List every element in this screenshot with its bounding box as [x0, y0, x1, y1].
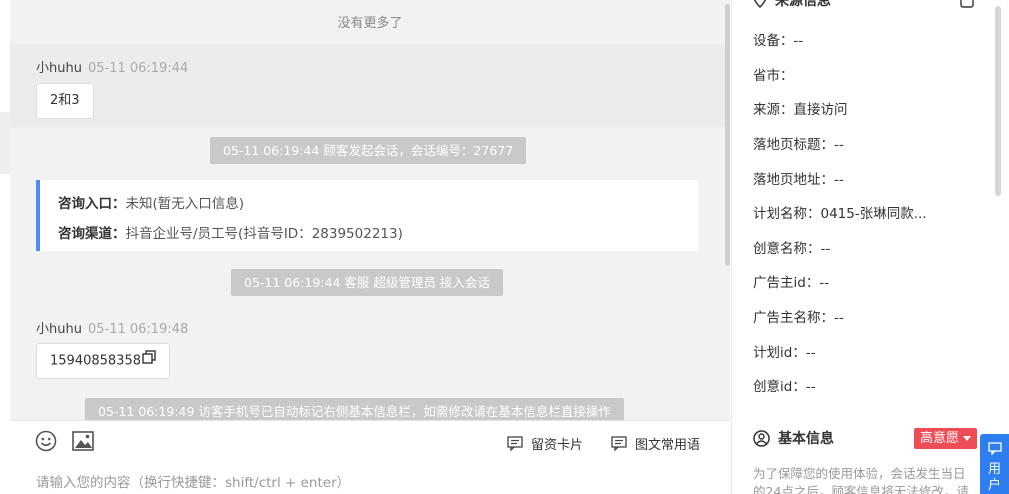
customer-info-panel: 来源信息 设备：-- 省市： 来源：直接访问 落地页标题：-- 落地页地址：--… [731, 0, 1009, 494]
intent-level-label: 高意愿 [920, 431, 960, 446]
field-advertiser-id: 广告主id：-- [753, 271, 829, 291]
field-value: 0415-张琳同款... [820, 206, 927, 222]
lead-card-label: 留资卡片 [531, 438, 584, 453]
common-phrases-button[interactable]: 图文常用语 [611, 434, 700, 453]
user-circle-icon [753, 429, 770, 447]
edit-icon[interactable] [960, 0, 974, 13]
field-value: -- [819, 275, 830, 291]
field-plan-id: 计划id：-- [753, 341, 816, 361]
consult-channel-label: 咨询渠道： [58, 226, 126, 242]
user-float-label: 用户 [987, 462, 1001, 493]
chat-bubble-icon [987, 442, 1002, 456]
caret-down-icon [963, 435, 972, 441]
consult-entry-line: 咨询入口：未知(暂无入口信息) [58, 192, 244, 212]
field-label: 计划名称： [753, 206, 821, 222]
field-plan-name: 计划名称：0415-张琳同款... [753, 202, 927, 222]
app-root: 没有更多了 小huhu 05-11 06:19:44 2和3 05-11 06:1… [0, 0, 1009, 494]
chat-scrollbar[interactable] [725, 4, 730, 266]
consult-entry-value: 未知(暂无入口信息) [125, 196, 245, 212]
field-label: 广告主id： [753, 275, 820, 291]
message-bubble[interactable]: 2和3 [36, 83, 94, 119]
field-value: -- [793, 33, 804, 49]
message-time: 05-11 06:19:48 [87, 322, 189, 337]
field-landing-title: 落地页标题：-- [753, 133, 844, 153]
message-header: 小huhu 05-11 06:19:44 [36, 57, 188, 76]
intent-level-dropdown[interactable]: 高意愿 [914, 428, 978, 449]
message-input[interactable]: 请输入您的内容（换行快捷键：shift/ctrl + enter） [36, 471, 350, 491]
info-panel-scrollbar[interactable] [995, 6, 1001, 196]
field-value: -- [805, 379, 816, 395]
location-icon [753, 0, 767, 8]
basic-info-title: 基本信息 [778, 431, 834, 447]
field-label: 落地页地址： [753, 172, 834, 188]
message-card-icon [507, 436, 523, 451]
field-label: 广告主名称： [753, 310, 834, 326]
left-strip-shade [0, 112, 10, 174]
field-value: -- [805, 345, 816, 361]
source-info-title: 来源信息 [775, 0, 831, 9]
field-source: 来源：直接访问 [753, 98, 848, 118]
image-icon[interactable] [72, 431, 94, 455]
field-province-city: 省市： [753, 64, 794, 84]
field-label: 创意id： [753, 379, 806, 395]
field-value: -- [834, 310, 844, 326]
basic-info-header: 基本信息 [753, 428, 834, 448]
phone-number-text: 15940858358 [50, 353, 141, 369]
chat-panel[interactable]: 没有更多了 小huhu 05-11 06:19:44 2和3 05-11 06:1… [10, 0, 730, 420]
message-bubble[interactable]: 15940858358 [36, 343, 170, 379]
field-label: 落地页标题： [753, 137, 834, 153]
sender-name: 小huhu [36, 322, 82, 337]
field-value: -- [820, 241, 831, 257]
message-time: 05-11 06:19:44 [87, 61, 189, 76]
no-more-label: 没有更多了 [337, 16, 403, 31]
field-value: 直接访问 [793, 102, 848, 118]
copy-icon[interactable] [142, 344, 156, 378]
source-info-header: 来源信息 [753, 0, 831, 10]
field-value: -- [834, 172, 844, 188]
input-area[interactable]: 留资卡片 图文常用语 请输入您的内容（换行快捷键：shift/ctrl + en… [10, 420, 730, 494]
user-float-button[interactable]: 用户 [980, 434, 1009, 494]
sender-name: 小huhu [36, 61, 82, 76]
field-label: 来源： [753, 102, 794, 118]
consult-info-card: 咨询入口：未知(暂无入口信息) 咨询渠道：抖音企业号/员工号(抖音号ID：283… [36, 180, 698, 251]
field-landing-url: 落地页地址：-- [753, 168, 844, 188]
common-phrases-label: 图文常用语 [635, 438, 701, 453]
field-label: 设备： [753, 33, 794, 49]
field-label: 省市： [753, 68, 794, 84]
consult-channel-line: 咨询渠道：抖音企业号/员工号(抖音号ID：2839502213) [58, 222, 403, 242]
field-advertiser-name: 广告主名称：-- [753, 306, 844, 326]
left-strip [0, 0, 10, 494]
field-device: 设备：-- [753, 29, 803, 49]
message-header: 小huhu 05-11 06:19:48 [36, 318, 188, 337]
field-value: -- [834, 137, 844, 153]
edit-hint-text: 为了保障您的使用体验，会话发生当日的24点之后，顾客信息将无法修改，请 [753, 466, 969, 494]
consult-channel-value: 抖音企业号/员工号(抖音号ID：2839502213) [125, 226, 403, 242]
system-message: 05-11 06:19:44 顾客发起会话，会话编号：27677 [210, 137, 527, 164]
field-label: 计划id： [753, 345, 806, 361]
field-creative-name: 创意名称：-- [753, 237, 830, 257]
system-message: 05-11 06:19:49 访客手机号已自动标记右侧基本信息栏，如需修改请在基… [85, 398, 624, 420]
field-label: 创意名称： [753, 241, 821, 257]
consult-entry-label: 咨询入口： [58, 196, 126, 212]
phrases-icon [611, 436, 627, 451]
field-creative-id: 创意id：-- [753, 375, 816, 395]
lead-card-button[interactable]: 留资卡片 [507, 434, 583, 453]
system-message: 05-11 06:19:44 客服 超级管理员 接入会话 [231, 269, 503, 296]
emoji-icon[interactable] [35, 430, 57, 456]
